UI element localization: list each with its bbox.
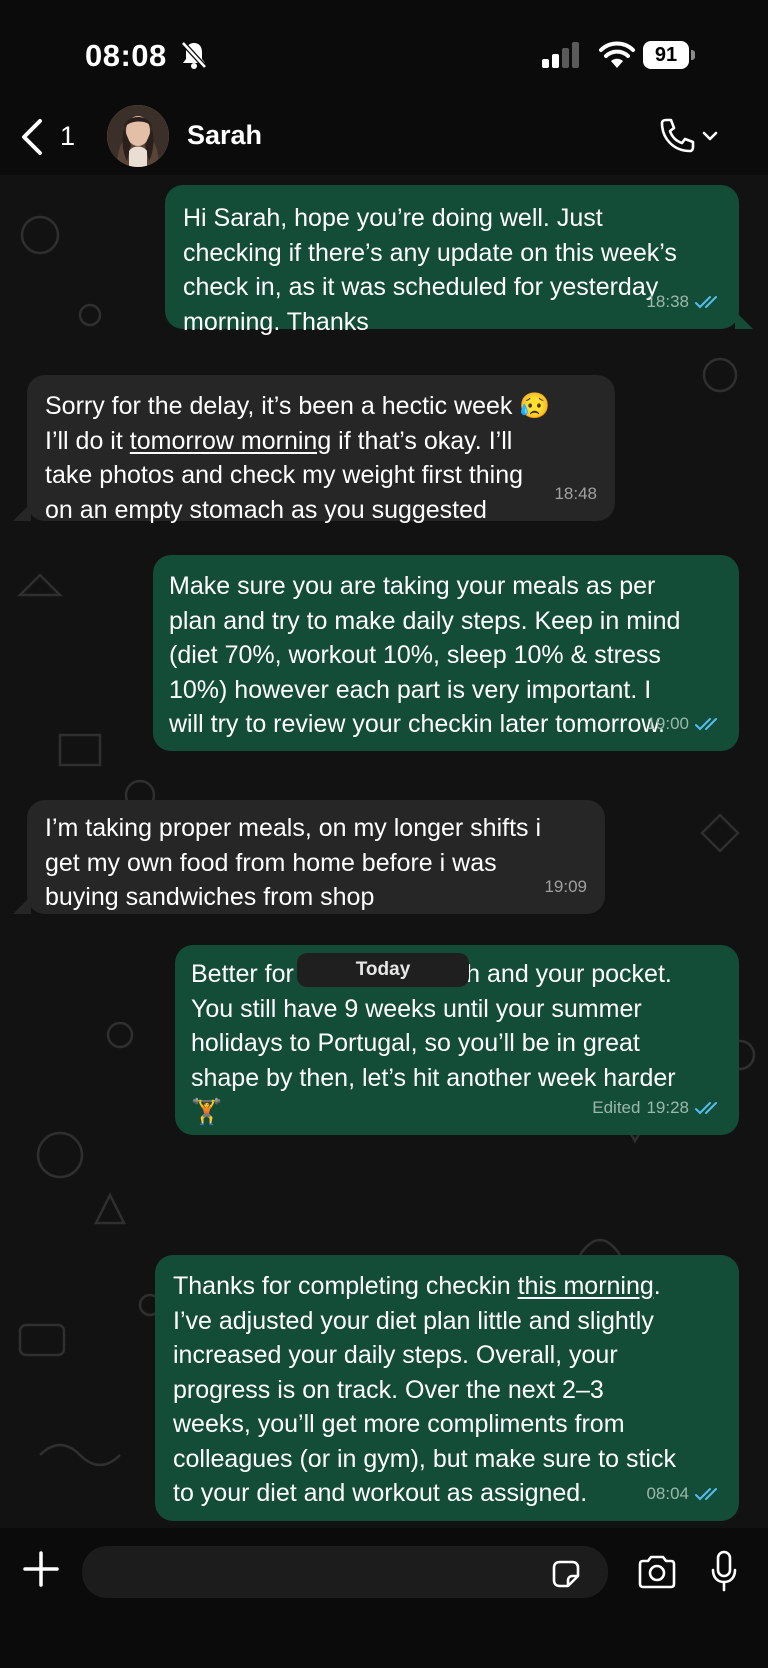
message-time: 19:09	[544, 876, 587, 896]
contact-name[interactable]: Sarah	[187, 120, 262, 151]
avatar-image	[107, 105, 169, 167]
message-text: I’m taking proper meals, on my longer sh…	[45, 814, 542, 911]
read-ticks-icon	[695, 717, 717, 731]
message-incoming[interactable]: Sorry for the delay, it’s been a hectic …	[27, 375, 615, 524]
message-time: 08:04	[646, 1483, 689, 1503]
sticker-icon[interactable]	[550, 1558, 582, 1590]
message-meta: Edited 19:28	[592, 1091, 721, 1126]
message-outgoing[interactable]: Hi Sarah, hope you’re doing well. Just c…	[165, 185, 739, 336]
signal-icon	[542, 42, 579, 68]
edited-label: Edited	[592, 1097, 641, 1117]
avatar[interactable]	[107, 105, 169, 167]
message-meta: 08:04	[646, 1477, 721, 1512]
message-text: Hi Sarah, hope you’re doing well. Just c…	[183, 204, 677, 336]
date-divider: Today	[297, 953, 469, 987]
message-incoming[interactable]: I’m taking proper meals, on my longer sh…	[27, 800, 605, 914]
unread-count[interactable]: 1	[60, 121, 75, 152]
battery-icon: 91	[643, 41, 697, 69]
date-link[interactable]: tomorrow morning	[130, 427, 331, 455]
message-text: Make sure you are taking your meals as p…	[169, 572, 681, 738]
read-ticks-icon	[695, 1101, 717, 1115]
read-ticks-icon	[695, 1487, 717, 1501]
date-link[interactable]: this morning	[518, 1272, 654, 1300]
microphone-icon[interactable]	[710, 1550, 738, 1592]
message-time: 18:38	[646, 291, 689, 311]
phone-icon[interactable]	[656, 117, 722, 157]
message-meta: 18:38	[646, 285, 721, 320]
chevron-down-icon	[702, 131, 718, 141]
status-bar: 08:08 91	[0, 0, 768, 105]
message-outgoing[interactable]: Thanks for completing checkin this morni…	[155, 1255, 739, 1521]
message-meta: 18:48	[554, 477, 597, 512]
chat-area[interactable]: Hi Sarah, hope you’re doing well. Just c…	[0, 175, 768, 1528]
message-time: 19:00	[646, 713, 689, 733]
bell-slash-icon	[181, 41, 207, 69]
battery-level: 91	[643, 41, 689, 69]
message-time: 19:28	[646, 1097, 689, 1117]
chevron-left-icon[interactable]	[18, 117, 48, 157]
message-text: Sorry for the delay, it’s been a hectic …	[45, 392, 551, 524]
message-meta: 19:09	[544, 870, 587, 905]
message-meta: 19:00	[646, 707, 721, 742]
status-time: 08:08	[85, 38, 167, 73]
message-composer	[0, 1528, 768, 1668]
message-input[interactable]	[82, 1546, 608, 1598]
message-outgoing[interactable]: Make sure you are taking your meals as p…	[153, 555, 739, 751]
camera-icon[interactable]	[636, 1554, 678, 1590]
message-time: 18:48	[554, 483, 597, 503]
message-text: Thanks for completing checkin this morni…	[173, 1272, 676, 1507]
chat-header: 1 Sarah	[0, 105, 768, 175]
read-ticks-icon	[695, 295, 717, 309]
plus-icon[interactable]	[22, 1550, 60, 1588]
wifi-icon	[599, 41, 635, 68]
